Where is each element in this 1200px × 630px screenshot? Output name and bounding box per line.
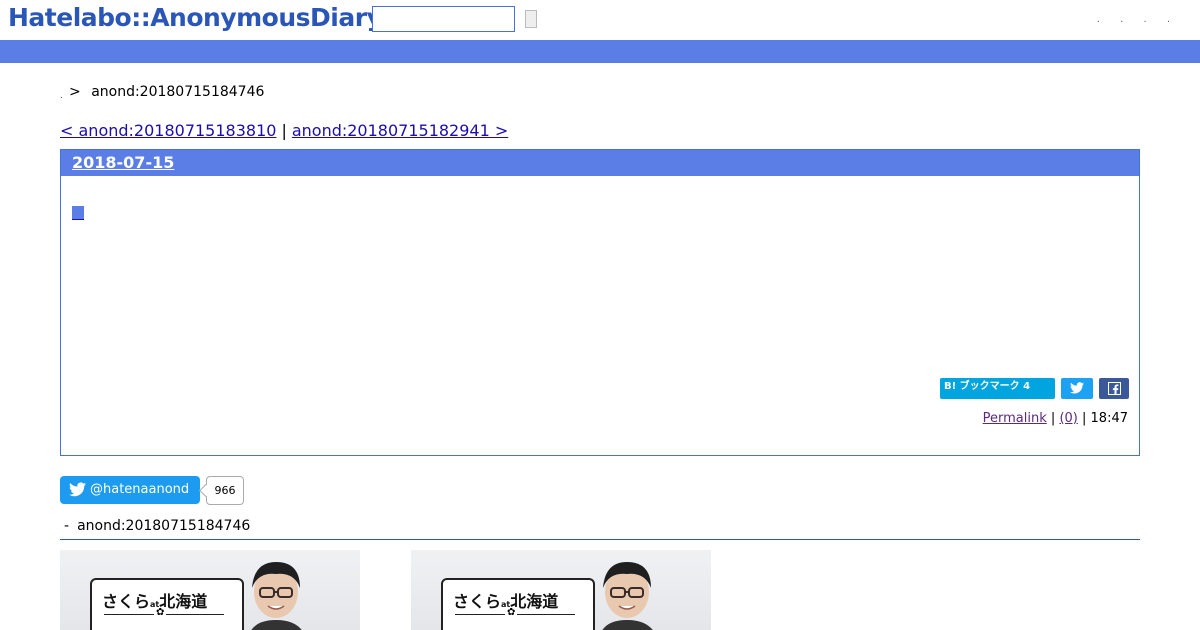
twitter-icon bbox=[1070, 382, 1084, 394]
entry-anchor-square[interactable] bbox=[72, 206, 84, 220]
flower-icon: ✿ bbox=[154, 607, 167, 618]
footer-separator: | bbox=[1050, 411, 1056, 426]
twitter-follower-count[interactable]: 966 bbox=[206, 476, 244, 505]
breadcrumb-separator: > bbox=[69, 84, 81, 100]
entry-date-link[interactable]: 2018-07-15 bbox=[72, 153, 174, 172]
related-title: anond:20180715184746 bbox=[77, 518, 251, 534]
facebook-icon bbox=[1107, 381, 1121, 396]
permalink-link[interactable]: Permalink bbox=[983, 411, 1047, 426]
diary-entry: 2018-07-15 B! ブックマーク 4 Permalink | (0) |… bbox=[60, 149, 1140, 456]
site-logo[interactable]: Hatelabo::AnonymousDiary bbox=[8, 3, 383, 32]
entry-time: 18:47 bbox=[1090, 411, 1128, 426]
next-entry-link[interactable]: anond:20180715182941 > bbox=[292, 121, 508, 140]
header-link[interactable]: · bbox=[1143, 17, 1146, 28]
flower-icon: ✿ bbox=[505, 607, 518, 618]
ad-title-box: さくらat北海道 ✿ bbox=[441, 578, 595, 630]
search-input[interactable] bbox=[372, 6, 515, 32]
comments-link[interactable]: (0) bbox=[1059, 411, 1077, 426]
related-section-header: - anond:20180715184746 bbox=[60, 518, 1140, 540]
entry-footer: Permalink | (0) | 18:47 bbox=[983, 411, 1128, 426]
twitter-share-button[interactable] bbox=[1061, 378, 1093, 399]
site-header: Hatelabo::AnonymousDiary · · · · bbox=[0, 0, 1200, 40]
related-ad-card[interactable]: さくらat北海道 ✿ bbox=[411, 550, 711, 630]
person-image bbox=[602, 562, 653, 630]
person-image bbox=[251, 562, 302, 630]
header-link[interactable]: · bbox=[1167, 17, 1170, 28]
twitter-follow-button[interactable]: @hatenaanond bbox=[60, 476, 200, 504]
ad-title-box: さくらat北海道 ✿ bbox=[90, 578, 244, 630]
breadcrumb-current: anond:20180715184746 bbox=[91, 84, 265, 100]
footer-separator: | bbox=[1082, 411, 1087, 426]
hatena-bookmark-label: B! ブックマーク 4 bbox=[944, 381, 1031, 392]
breadcrumb-home-link[interactable]: . bbox=[60, 91, 63, 100]
twitter-handle: @hatenaanond bbox=[90, 482, 190, 497]
header-links: · · · · bbox=[1080, 17, 1170, 28]
facebook-share-button[interactable] bbox=[1099, 378, 1129, 399]
entry-pager: < anond:20180715183810 | anond:20180715182… bbox=[60, 121, 508, 140]
related-ad-card[interactable]: さくらat北海道 ✿ bbox=[60, 550, 360, 630]
twitter-icon bbox=[69, 482, 86, 497]
pager-separator: | bbox=[281, 121, 287, 140]
entry-date-bar: 2018-07-15 bbox=[61, 150, 1139, 176]
nav-bar bbox=[0, 40, 1200, 63]
search-button[interactable] bbox=[525, 10, 537, 28]
hatena-bookmark-button[interactable]: B! ブックマーク 4 bbox=[940, 378, 1055, 399]
breadcrumb: . > anond:20180715184746 bbox=[60, 84, 264, 100]
header-link[interactable]: · bbox=[1097, 17, 1100, 28]
related-dash: - bbox=[64, 518, 70, 534]
prev-entry-link[interactable]: < anond:20180715183810 bbox=[60, 121, 276, 140]
header-link[interactable]: · bbox=[1120, 17, 1123, 28]
